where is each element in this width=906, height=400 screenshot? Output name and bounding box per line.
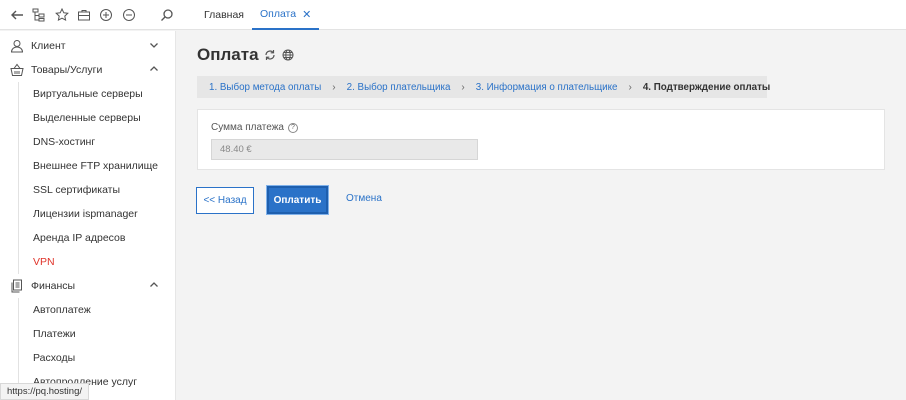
- step-3[interactable]: 3. Информация о плательщике: [476, 82, 618, 93]
- basket-icon: [10, 63, 24, 77]
- sidebar-item-ftp-storage[interactable]: Внешнее FTP хранилище: [19, 154, 175, 178]
- plus-circle-icon[interactable]: [97, 5, 115, 25]
- sidebar-item-autopay[interactable]: Автоплатеж: [19, 298, 175, 322]
- refresh-icon[interactable]: [264, 49, 276, 61]
- tab-payment[interactable]: Оплата ✕: [251, 0, 320, 30]
- minus-circle-icon[interactable]: [119, 5, 137, 25]
- payment-form-card: Сумма платежа ? 48.40 €: [197, 109, 885, 170]
- chevron-down-icon: [149, 40, 159, 50]
- sidebar-item-expenses[interactable]: Расходы: [19, 346, 175, 370]
- pay-button[interactable]: Оплатить: [267, 186, 328, 214]
- sidebar: Клиент Товары/Услуги Виртуальные серверы…: [0, 31, 176, 400]
- step-separator: ›: [332, 81, 336, 93]
- sitemap-icon[interactable]: [30, 5, 48, 25]
- sidebar-group-client[interactable]: Клиент: [0, 34, 175, 58]
- search-icon[interactable]: [158, 5, 176, 25]
- sidebar-item-ssl[interactable]: SSL сертификаты: [19, 178, 175, 202]
- sidebar-item-dedicated-servers[interactable]: Выделенные серверы: [19, 106, 175, 130]
- step-4-current: 4. Подтверждение оплаты: [642, 81, 771, 93]
- chevron-up-icon: [149, 280, 159, 290]
- step-separator: ›: [461, 81, 465, 93]
- cancel-button[interactable]: Отмена: [346, 193, 382, 204]
- briefcase-icon[interactable]: [75, 5, 93, 25]
- documents-icon: [10, 279, 24, 293]
- sidebar-item-dns-hosting[interactable]: DNS-хостинг: [19, 130, 175, 154]
- tab-payment-label: Оплата: [259, 8, 297, 20]
- sidebar-item-vpn[interactable]: VPN: [19, 250, 175, 274]
- step-2[interactable]: 2. Выбор плательщика: [347, 82, 451, 93]
- sidebar-item-payments[interactable]: Платежи: [19, 322, 175, 346]
- sidebar-item-ispmanager[interactable]: Лицензии ispmanager: [19, 202, 175, 226]
- tab-bar: Главная Оплата ✕: [196, 0, 320, 30]
- globe-icon[interactable]: [282, 49, 294, 61]
- help-icon[interactable]: ?: [287, 122, 298, 133]
- sidebar-sublist-finance: Автоплатеж Платежи Расходы Автопродление…: [18, 298, 175, 394]
- title-actions: [264, 49, 294, 61]
- sidebar-group-finance[interactable]: Финансы: [0, 274, 175, 298]
- tab-home[interactable]: Главная: [196, 0, 252, 30]
- chevron-up-icon: [149, 64, 159, 74]
- step-separator: ›: [628, 81, 632, 93]
- star-icon[interactable]: [53, 5, 71, 25]
- amount-field: 48.40 €: [211, 139, 478, 160]
- sidebar-item-virtual-servers[interactable]: Виртуальные серверы: [19, 82, 175, 106]
- back-arrow-icon[interactable]: [8, 5, 26, 25]
- close-icon[interactable]: ✕: [302, 8, 311, 21]
- toolbar-icons: [0, 0, 176, 30]
- step-1[interactable]: 1. Выбор метода оплаты: [209, 82, 321, 93]
- status-bar-url: https://pq.hosting/: [0, 383, 89, 400]
- wizard-steps: 1. Выбор метода оплаты › 2. Выбор плател…: [197, 76, 771, 98]
- sidebar-group-label: Клиент: [31, 40, 66, 52]
- amount-label: Сумма платежа ?: [211, 122, 298, 133]
- main-content: Оплата 1. Выбор метода оплаты › 2. Выбор…: [176, 31, 906, 400]
- back-button[interactable]: << Назад: [196, 187, 254, 214]
- page-title: Оплата: [197, 45, 259, 64]
- amount-label-text: Сумма платежа: [211, 122, 284, 133]
- sidebar-group-label: Финансы: [31, 280, 76, 292]
- sidebar-group-label: Товары/Услуги: [31, 64, 103, 76]
- top-bar: Главная Оплата ✕: [0, 0, 906, 30]
- sidebar-group-products[interactable]: Товары/Услуги: [0, 58, 175, 82]
- tab-home-label: Главная: [204, 9, 244, 21]
- user-icon: [10, 39, 24, 53]
- sidebar-item-ip-rent[interactable]: Аренда IP адресов: [19, 226, 175, 250]
- sidebar-sublist-products: Виртуальные серверы Выделенные серверы D…: [18, 82, 175, 274]
